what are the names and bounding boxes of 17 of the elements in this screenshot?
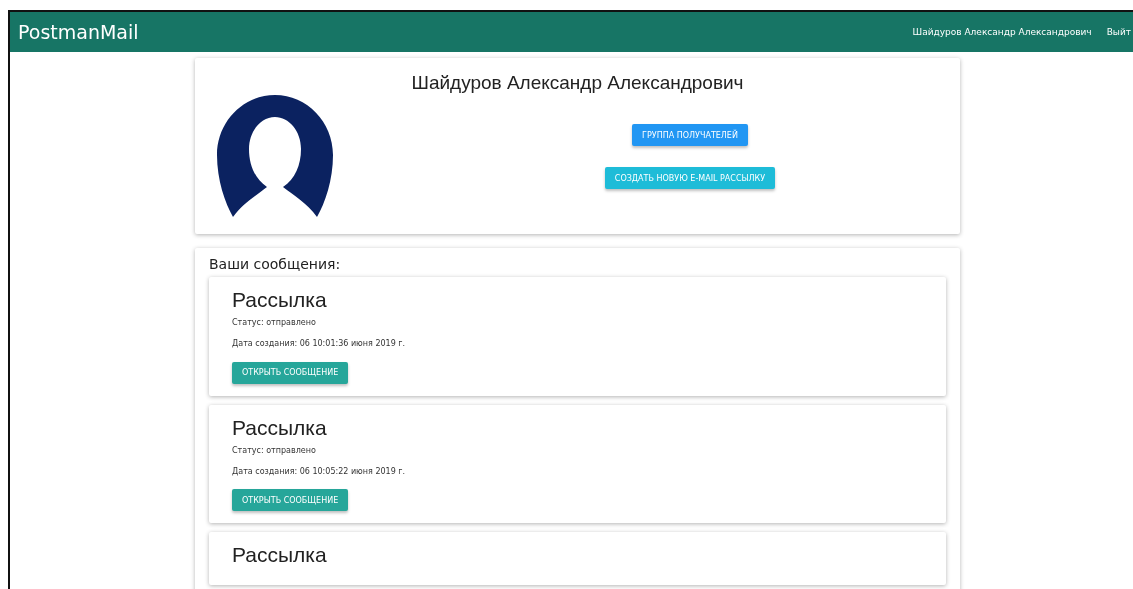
message-status: Статус: отправлено [232, 445, 317, 455]
messages-heading: Ваши сообщения: [209, 256, 342, 272]
create-mailing-button[interactable]: СОЗДАТЬ НОВУЮ E-MAIL РАССЫЛКУ [604, 167, 776, 189]
brand-link[interactable]: PostmanMail [18, 21, 898, 43]
open-message-button[interactable]: ОТКРЫТЬ СООБЩЕНИЕ [232, 361, 349, 384]
user-link[interactable]: Шайдуров Александр Александрович [912, 27, 1092, 37]
open-message-button[interactable]: ОТКРЫТЬ СООБЩЕНИЕ [232, 489, 349, 511]
recipients-group-button[interactable]: ГРУППА ПОЛУЧАТЕЛЕЙ [632, 124, 748, 146]
message-status: Статус: отправлено [232, 318, 317, 327]
message-title: Рассылка [232, 543, 328, 567]
logout-link[interactable]: Выйт [1106, 27, 1131, 37]
message-title: Рассылка [232, 288, 328, 312]
avatar-icon [217, 95, 333, 217]
message-date: Дата создания: 06 10:05:22 июня 2019 г. [232, 466, 407, 476]
profile-name: Шайдуров Александр Александрович [410, 72, 745, 94]
message-date: Дата создания: 06 10:01:36 июня 2019 г. [232, 339, 407, 348]
message-title: Рассылка [232, 415, 328, 440]
